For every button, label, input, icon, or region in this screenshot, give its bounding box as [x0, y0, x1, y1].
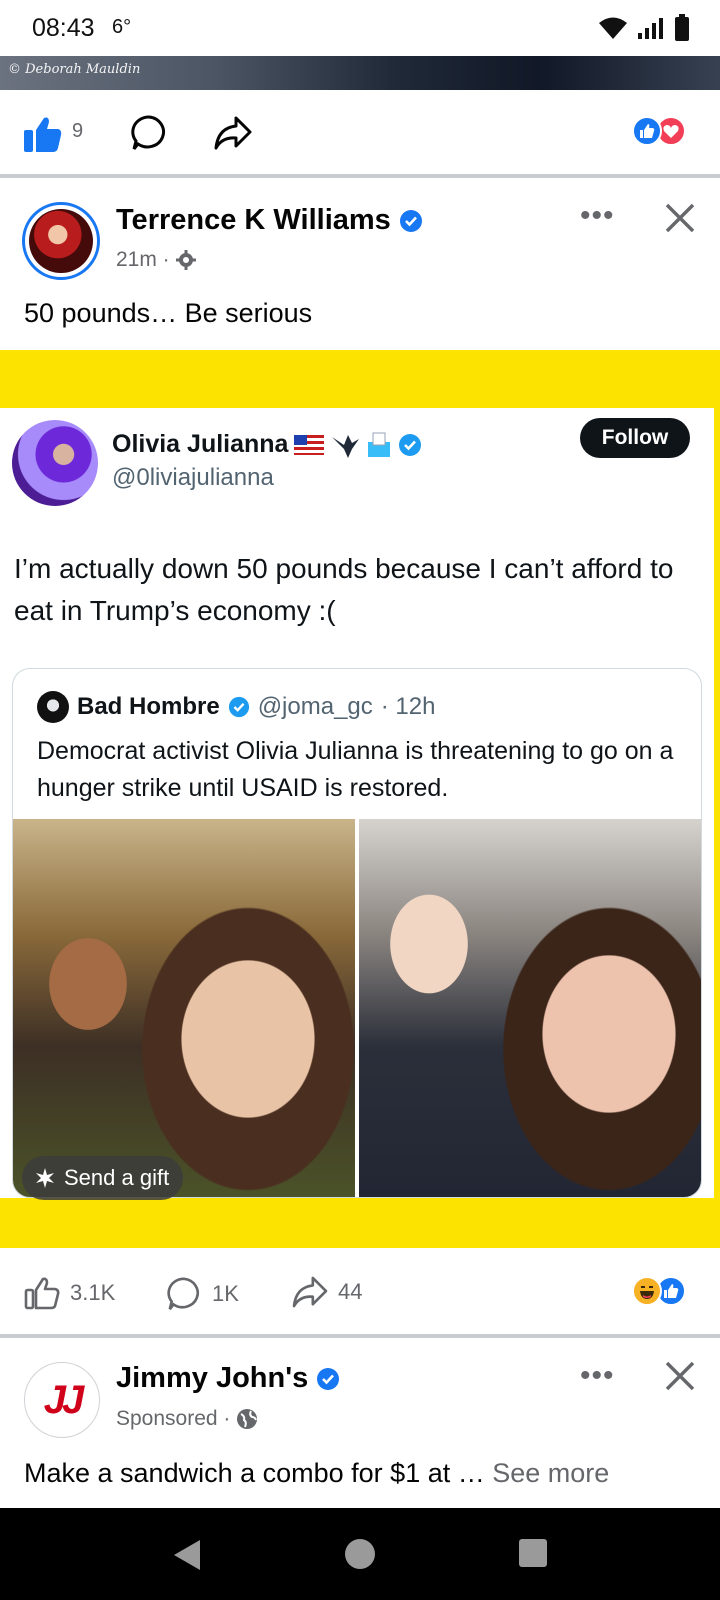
close-icon[interactable]: [664, 202, 696, 234]
comment-icon[interactable]: [130, 114, 168, 152]
comment-count: 1K: [212, 1281, 239, 1306]
post-separator: [0, 1334, 720, 1338]
comment-button[interactable]: 1K: [166, 1276, 239, 1312]
share-icon[interactable]: [214, 116, 252, 150]
send-gift-label: Send a gift: [64, 1165, 170, 1190]
send-gift-button[interactable]: Send a gift: [22, 1156, 184, 1200]
quoted-tweet-time: · 12h: [380, 693, 436, 720]
status-temperature: 6°: [112, 16, 132, 38]
ad-body: Make a sandwich a combo for $1 at …: [24, 1458, 493, 1488]
comment-icon: [167, 1277, 200, 1310]
share-icon: [292, 1276, 328, 1308]
us-flag-icon: [294, 434, 325, 455]
quoted-tweet-author: Bad Hombre: [77, 693, 220, 720]
quoted-tweet: Bad Hombre @joma_gc · 12h Democrat activ…: [12, 668, 702, 1198]
advertiser-avatar[interactable]: JJ: [24, 1362, 100, 1438]
reaction-summary[interactable]: [632, 1276, 686, 1306]
post-text: 50 pounds… Be serious: [24, 298, 313, 328]
globe-icon: [237, 1409, 258, 1429]
quoted-tweet-handle: @joma_gc: [257, 693, 373, 720]
verified-badge-icon: [399, 433, 422, 456]
post-image[interactable]: Olivia Julianna @0liviajulianna Follow I…: [0, 350, 720, 1248]
post-separator: [0, 174, 720, 178]
quoted-photo-left: [13, 819, 355, 1197]
verified-badge-icon: [228, 696, 249, 718]
ad-meta: Sponsored ·: [116, 1407, 258, 1431]
status-icons: [598, 14, 690, 42]
ad-author[interactable]: Jimmy John's: [116, 1362, 340, 1395]
tweet-screenshot: Olivia Julianna @0liviajulianna Follow I…: [0, 408, 714, 1198]
battery-icon: [675, 14, 689, 41]
previous-post-image[interactable]: © Deborah Mauldin: [0, 56, 720, 90]
haha-reaction-icon: [632, 1276, 662, 1306]
close-icon[interactable]: [664, 1360, 696, 1392]
quoted-tweet-avatar: [37, 691, 69, 723]
tweet-author: Olivia Julianna: [112, 430, 422, 459]
more-options-button[interactable]: •••: [580, 1361, 615, 1391]
tweet-follow-button: Follow: [580, 418, 690, 458]
home-icon[interactable]: [344, 1538, 376, 1570]
quoted-tweet-header: Bad Hombre @joma_gc · 12h: [37, 691, 435, 723]
share-button[interactable]: 44: [292, 1276, 362, 1308]
author-name: Terrence K Williams: [116, 204, 391, 236]
verified-badge-icon: [317, 1368, 340, 1391]
post-actions: 3.1K 1K 44: [0, 1262, 720, 1322]
like-reaction-icon: [632, 116, 662, 146]
ballot-box-icon: [368, 432, 391, 457]
ad-text: Make a sandwich a combo for $1 at … See …: [24, 1458, 609, 1489]
status-bar: 08:43 6°: [0, 0, 720, 56]
settings-icon: [175, 250, 196, 270]
like-count: 3.1K: [70, 1280, 116, 1305]
sponsored-label: Sponsored ·: [116, 1407, 231, 1430]
advertiser-logo-text: JJ: [43, 1377, 84, 1422]
post-meta: 21m ·: [116, 248, 196, 272]
like-icon: [24, 1277, 60, 1310]
recents-icon[interactable]: [518, 1538, 548, 1568]
post-author[interactable]: Terrence K Williams: [116, 204, 423, 237]
author-avatar[interactable]: [22, 202, 100, 280]
signal-icon: [638, 18, 663, 39]
wifi-icon: [599, 17, 627, 39]
system-nav-bar: [0, 1508, 720, 1600]
reaction-summary[interactable]: [632, 116, 686, 146]
status-time: 08:43: [32, 14, 95, 42]
tweet-handle: @0liviajulianna: [112, 464, 274, 491]
back-icon[interactable]: [172, 1538, 202, 1572]
tweet-author-name: Olivia Julianna: [112, 430, 289, 458]
quoted-tweet-text: Democrat activist Olivia Julianna is thr…: [37, 737, 674, 802]
like-count: 9: [72, 120, 84, 142]
previous-post-actions: 9: [0, 90, 720, 174]
image-credit: © Deborah Mauldin: [8, 62, 141, 77]
like-filled-icon[interactable]: [24, 116, 62, 152]
quoted-photo-right: [359, 819, 701, 1197]
tweet-author-avatar: [12, 420, 98, 506]
gift-icon: [36, 1168, 54, 1188]
like-button[interactable]: 3.1K: [24, 1276, 115, 1310]
more-options-button[interactable]: •••: [580, 201, 615, 231]
verified-badge-icon: [399, 210, 422, 233]
tweet-text: I’m actually down 50 pounds because I ca…: [14, 553, 674, 626]
eagle-icon: [332, 434, 360, 458]
ad-author-name: Jimmy John's: [116, 1362, 309, 1394]
post-time: 21m ·: [116, 248, 170, 271]
share-count: 44: [338, 1279, 363, 1304]
see-more-link[interactable]: See more: [492, 1458, 609, 1488]
